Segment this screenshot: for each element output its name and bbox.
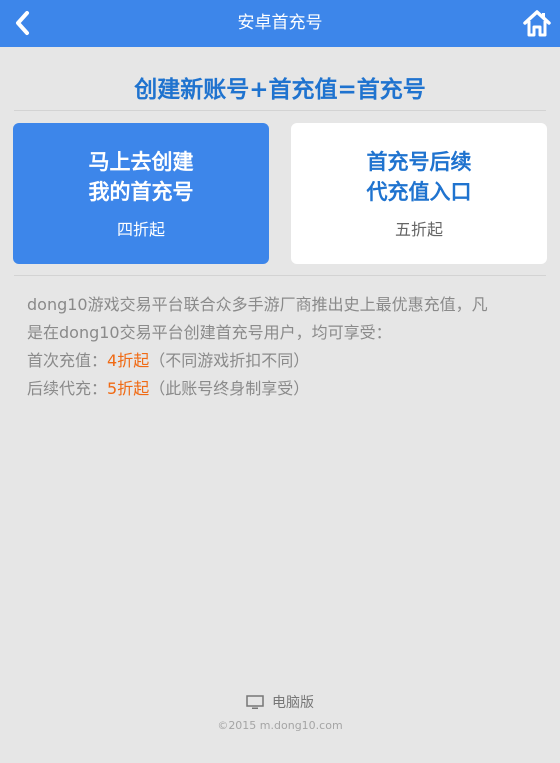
card-discount: 四折起	[116, 220, 165, 239]
header-bar: 安卓首充号	[0, 0, 560, 47]
home-button[interactable]	[520, 6, 554, 40]
card-title-line: 首充号后续	[366, 150, 472, 174]
desc-line: dong10游戏交易平台联合众多手游厂商推出史上最优惠充值，凡	[27, 295, 488, 314]
copyright: ©2015 m.dong10.com	[217, 719, 343, 732]
first-recharge-label: 首次充值：	[27, 351, 108, 370]
first-recharge-line: 首次充值：4折起（不同游戏折扣不同）	[27, 347, 538, 375]
desc-line: 是在dong10交易平台创建首充号用户，均可享受：	[27, 323, 392, 342]
promo-description: dong10游戏交易平台联合众多手游厂商推出史上最优惠充值，凡 是在dong10…	[27, 291, 538, 403]
divider	[14, 275, 546, 276]
later-recharge-discount: 5折起	[107, 379, 150, 398]
first-recharge-discount: 4折起	[107, 351, 150, 370]
page: 安卓首充号 创建新账号+首充值=首充号 马上去创建 我的首充号 四折起 首充号后…	[0, 0, 560, 763]
card-title: 马上去创建 我的首充号	[13, 147, 269, 207]
page-title: 安卓首充号	[237, 13, 323, 33]
card-title-line: 马上去创建	[88, 150, 194, 174]
divider	[14, 110, 546, 111]
recharge-entry-card[interactable]: 首充号后续 代充值入口 五折起	[291, 123, 547, 264]
desktop-version-label: 电脑版	[272, 695, 314, 711]
card-title-line: 我的首充号	[88, 180, 194, 204]
promo-headline: 创建新账号+首充值=首充号	[134, 77, 426, 103]
card-title-line: 代充值入口	[366, 180, 472, 204]
card-discount: 五折起	[394, 220, 443, 239]
first-recharge-note: （不同游戏折扣不同）	[149, 351, 310, 370]
later-recharge-line: 后续代充：5折起（此账号终身制享受）	[27, 375, 538, 403]
card-title: 首充号后续 代充值入口	[291, 147, 547, 207]
desktop-version-link[interactable]: 电脑版	[0, 690, 560, 714]
later-recharge-note: （此账号终身制享受）	[149, 379, 310, 398]
later-recharge-label: 后续代充：	[27, 379, 108, 398]
create-account-card[interactable]: 马上去创建 我的首充号 四折起	[13, 123, 269, 264]
monitor-icon	[246, 694, 264, 709]
home-icon	[523, 10, 551, 37]
